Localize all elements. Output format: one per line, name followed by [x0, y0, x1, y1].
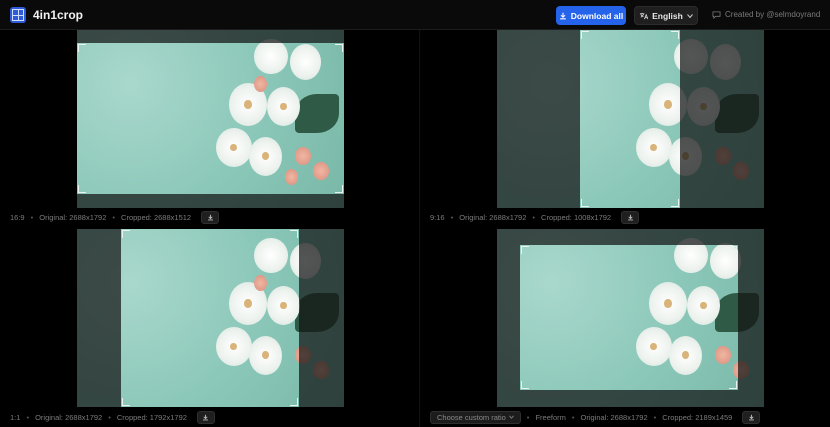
panel-info-freeform: Choose custom ratio • Freeform • Origina…	[430, 409, 761, 425]
language-select[interactable]: English	[634, 6, 698, 25]
panel-divider	[419, 30, 420, 427]
download-icon	[627, 214, 633, 220]
cropped-size: Cropped: 2189x1459	[662, 412, 733, 422]
language-label: English	[652, 10, 683, 21]
ratio-label: 16:9	[10, 212, 25, 222]
chevron-down-icon	[508, 415, 514, 419]
crop-frame[interactable]	[520, 245, 738, 390]
app-title: 4in1crop	[33, 8, 84, 22]
ratio-label: 9:16	[430, 212, 445, 222]
panel-info-1-1: 1:1 • Original: 2688x1792 • Cropped: 179…	[10, 409, 215, 425]
crop-frame[interactable]	[580, 30, 680, 208]
cropped-size: Cropped: 2688x1512	[121, 212, 192, 222]
original-size: Original: 2688x1792	[580, 412, 648, 422]
grid-logo-icon	[10, 7, 26, 23]
crop-panel-freeform	[497, 229, 764, 407]
original-size: Original: 2688x1792	[459, 212, 527, 222]
download-icon	[207, 214, 213, 220]
original-size: Original: 2688x1792	[35, 412, 103, 422]
ratio-label: 1:1	[10, 412, 21, 422]
cropped-size: Cropped: 1008x1792	[541, 212, 612, 222]
download-icon	[748, 414, 754, 420]
crop-frame[interactable]	[121, 229, 299, 407]
app-header: 4in1crop Download all English Created by…	[0, 0, 830, 30]
custom-ratio-select[interactable]: Choose custom ratio	[430, 410, 521, 424]
crop-frame[interactable]	[77, 43, 344, 194]
crop-panel-16-9	[77, 30, 344, 208]
download-button[interactable]	[201, 210, 220, 224]
ratio-label: Freeform	[535, 412, 566, 422]
download-button[interactable]	[621, 210, 640, 224]
crop-panel-9-16	[497, 30, 764, 208]
download-button[interactable]	[742, 410, 761, 424]
cropped-size: Cropped: 1792x1792	[116, 412, 187, 422]
download-button[interactable]	[196, 410, 215, 424]
download-all-label: Download all	[570, 10, 624, 21]
chevron-down-icon	[686, 13, 693, 18]
download-icon	[559, 12, 566, 19]
download-icon	[203, 414, 209, 420]
original-size: Original: 2688x1792	[39, 212, 107, 222]
creator-credit-link[interactable]: Created by @selmdoyrand	[712, 10, 820, 19]
translate-icon	[640, 12, 649, 19]
panel-info-16-9: 16:9 • Original: 2688x1792 • Cropped: 26…	[10, 209, 220, 225]
download-all-button[interactable]: Download all	[556, 6, 626, 25]
custom-ratio-label: Choose custom ratio	[437, 412, 506, 422]
crop-panel-1-1	[77, 229, 344, 407]
message-icon	[712, 10, 721, 19]
credit-text: Created by @selmdoyrand	[725, 10, 821, 19]
panel-info-9-16: 9:16 • Original: 2688x1792 • Cropped: 10…	[430, 209, 640, 225]
